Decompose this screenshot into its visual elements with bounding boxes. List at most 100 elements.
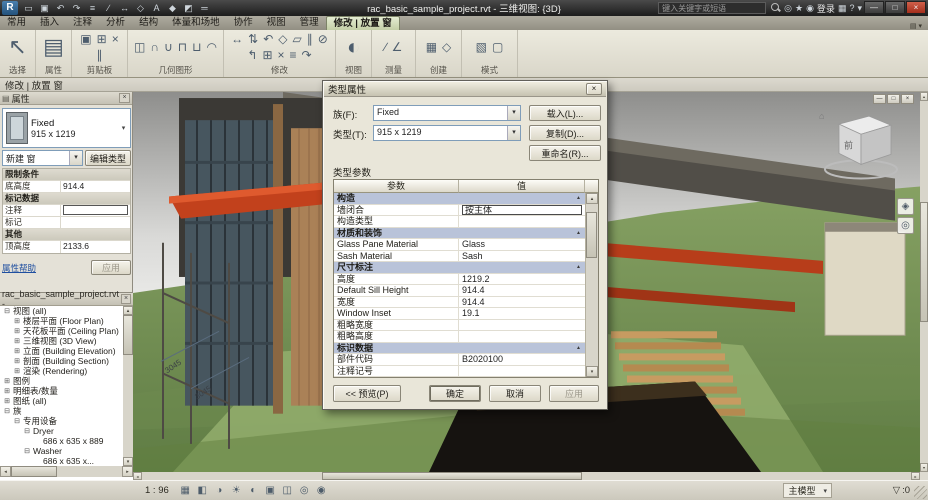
parameter-row[interactable]: 部件代码 B2020100: [334, 354, 585, 366]
duplicate-button[interactable]: 复制(D)...: [529, 125, 601, 141]
edit-type-button[interactable]: 编辑类型: [85, 150, 131, 166]
parameter-row[interactable]: 粗略高度: [334, 331, 585, 343]
shadows-icon[interactable]: ◐: [246, 483, 261, 498]
3d-view-icon[interactable]: ◆: [165, 1, 180, 15]
tree-expand-icon[interactable]: ⊞: [13, 347, 21, 355]
ribbon-tab[interactable]: 插入: [33, 16, 66, 30]
ribbon-tab[interactable]: 分析: [99, 16, 132, 30]
tree-expand-icon[interactable]: ⊞: [3, 377, 11, 385]
scroll-left-icon[interactable]: ◂: [0, 466, 11, 477]
palette-apply-button[interactable]: 应用: [91, 260, 131, 275]
scroll-left-icon[interactable]: ◂: [133, 472, 142, 480]
element-filter-combo[interactable]: 新建 窗 ▾: [2, 150, 83, 166]
load-family-icon[interactable]: ▢: [492, 40, 503, 54]
parameter-row[interactable]: 构造类型: [334, 216, 585, 228]
parameter-row[interactable]: 构造: [334, 193, 585, 205]
scroll-down-icon[interactable]: ▾: [123, 457, 133, 466]
tree-expand-icon[interactable]: ⊞: [13, 327, 21, 335]
ribbon-tab[interactable]: 管理: [293, 16, 326, 30]
align-icon[interactable]: ∥: [307, 32, 313, 46]
exchange-apps-icon[interactable]: ▦: [838, 1, 847, 15]
tree-item[interactable]: ⊟ 专用设备: [0, 416, 123, 426]
close-icon[interactable]: ×: [121, 294, 131, 304]
scroll-up-icon[interactable]: ▴: [586, 193, 598, 204]
design-option-combo[interactable]: 主模型 ▾: [783, 483, 832, 498]
trim-icon[interactable]: ↰: [247, 48, 257, 62]
property-row[interactable]: 注释: [3, 205, 130, 217]
split-icon[interactable]: ⊘: [318, 32, 328, 46]
tree-expand-icon[interactable]: ⊟: [23, 447, 31, 455]
communication-center-icon[interactable]: ◎: [784, 1, 792, 15]
chevron-down-icon[interactable]: ▾: [69, 151, 82, 165]
ribbon-minimize-icon[interactable]: ▤: [910, 22, 917, 30]
open-icon[interactable]: ▭: [21, 1, 36, 15]
property-row[interactable]: 标记数据: [3, 193, 130, 205]
canvas-vertical-scrollbar[interactable]: ▴ ▾: [920, 92, 928, 472]
tree-item[interactable]: 686 x 635 x...: [0, 456, 123, 466]
tree-item[interactable]: ⊟ 视图 (all): [0, 306, 123, 316]
scroll-thumb[interactable]: [586, 212, 597, 258]
tree-expand-icon[interactable]: ⊞: [3, 397, 11, 405]
table-scrollbar[interactable]: ▴ ▾: [585, 193, 598, 377]
scroll-thumb[interactable]: [920, 202, 928, 322]
close-icon[interactable]: ×: [906, 1, 926, 14]
tree-item[interactable]: ⊞ 明细表/数量: [0, 386, 123, 396]
ribbon-tab[interactable]: 注释: [66, 16, 99, 30]
tree-expand-icon[interactable]: ⊞: [13, 357, 21, 365]
mirror-icon[interactable]: ◇: [278, 32, 287, 46]
copy-icon[interactable]: ⊞: [97, 32, 107, 46]
property-row[interactable]: 限制条件: [3, 169, 130, 181]
reveal-hidden-icon[interactable]: ◉: [314, 483, 329, 498]
view-restore-icon[interactable]: □: [887, 94, 900, 104]
ribbon-tab[interactable]: 协作: [227, 16, 260, 30]
parameter-row[interactable]: Glass Pane Material Glass: [334, 239, 585, 251]
property-row[interactable]: 其他: [3, 229, 130, 241]
print-icon[interactable]: ≡: [85, 1, 100, 15]
tree-expand-icon[interactable]: ⊟: [3, 407, 11, 415]
offset-icon[interactable]: ⇅: [248, 32, 258, 46]
tree-item[interactable]: ⊞ 三维视图 (3D View): [0, 336, 123, 346]
tree-item[interactable]: ⊞ 剖面 (Building Section): [0, 356, 123, 366]
extend-icon[interactable]: ↷: [302, 48, 312, 62]
rename-button[interactable]: 重命名(R)...: [529, 145, 601, 161]
chevron-down-icon[interactable]: ▾: [507, 106, 520, 120]
search-icon[interactable]: [769, 2, 781, 14]
tree-expand-icon[interactable]: ⊞: [3, 387, 11, 395]
chevron-down-icon[interactable]: ▾: [823, 487, 827, 495]
preview-button[interactable]: << 预览(P): [333, 385, 401, 402]
scroll-up-icon[interactable]: ▴: [920, 92, 928, 101]
tree-item[interactable]: ⊞ 立面 (Building Elevation): [0, 346, 123, 356]
close-icon[interactable]: ×: [586, 83, 602, 95]
dialog-apply-button[interactable]: 应用: [549, 385, 599, 402]
help-dropdown-icon[interactable]: ▾: [857, 1, 862, 15]
scroll-down-icon[interactable]: ▾: [586, 366, 598, 377]
login-button[interactable]: 登录: [817, 2, 835, 15]
account-icon[interactable]: ◉: [806, 1, 814, 15]
ribbon-tab[interactable]: 视图: [260, 16, 293, 30]
modify-select-icon[interactable]: ↖: [8, 32, 26, 62]
tree-expand-icon[interactable]: ⊞: [13, 367, 21, 375]
save-icon[interactable]: ▣: [37, 1, 52, 15]
scroll-right-icon[interactable]: ▸: [911, 472, 920, 480]
thin-lines-icon[interactable]: ═: [197, 1, 212, 15]
pin-icon[interactable]: ⊞: [262, 48, 272, 62]
parameter-row[interactable]: 高度 1219.2: [334, 273, 585, 285]
family-combo[interactable]: Fixed ▾: [373, 105, 521, 121]
chevron-down-icon[interactable]: ▾: [117, 124, 130, 132]
tree-expand-icon[interactable]: ⊟: [3, 307, 11, 315]
tag-icon[interactable]: ◇: [133, 1, 148, 15]
tree-item[interactable]: ⊟ 族: [0, 406, 123, 416]
close-icon[interactable]: ×: [119, 93, 130, 103]
scroll-thumb[interactable]: [123, 315, 133, 355]
match-type-icon[interactable]: ∥: [97, 48, 103, 62]
undo-icon[interactable]: ↶: [53, 1, 68, 15]
parameter-row[interactable]: 尺寸标注: [334, 262, 585, 274]
create-group-icon[interactable]: ▦: [426, 40, 437, 54]
parameter-row[interactable]: 注释记号: [334, 365, 585, 377]
ribbon-tab[interactable]: 修改 | 放置 窗: [325, 16, 400, 30]
cope-icon[interactable]: ⊓: [178, 40, 187, 54]
property-row[interactable]: 标记: [3, 217, 130, 229]
dimension-icon[interactable]: ↔: [117, 1, 132, 15]
join-icon[interactable]: ◫: [134, 40, 145, 54]
paint-icon[interactable]: ∪: [164, 40, 173, 54]
